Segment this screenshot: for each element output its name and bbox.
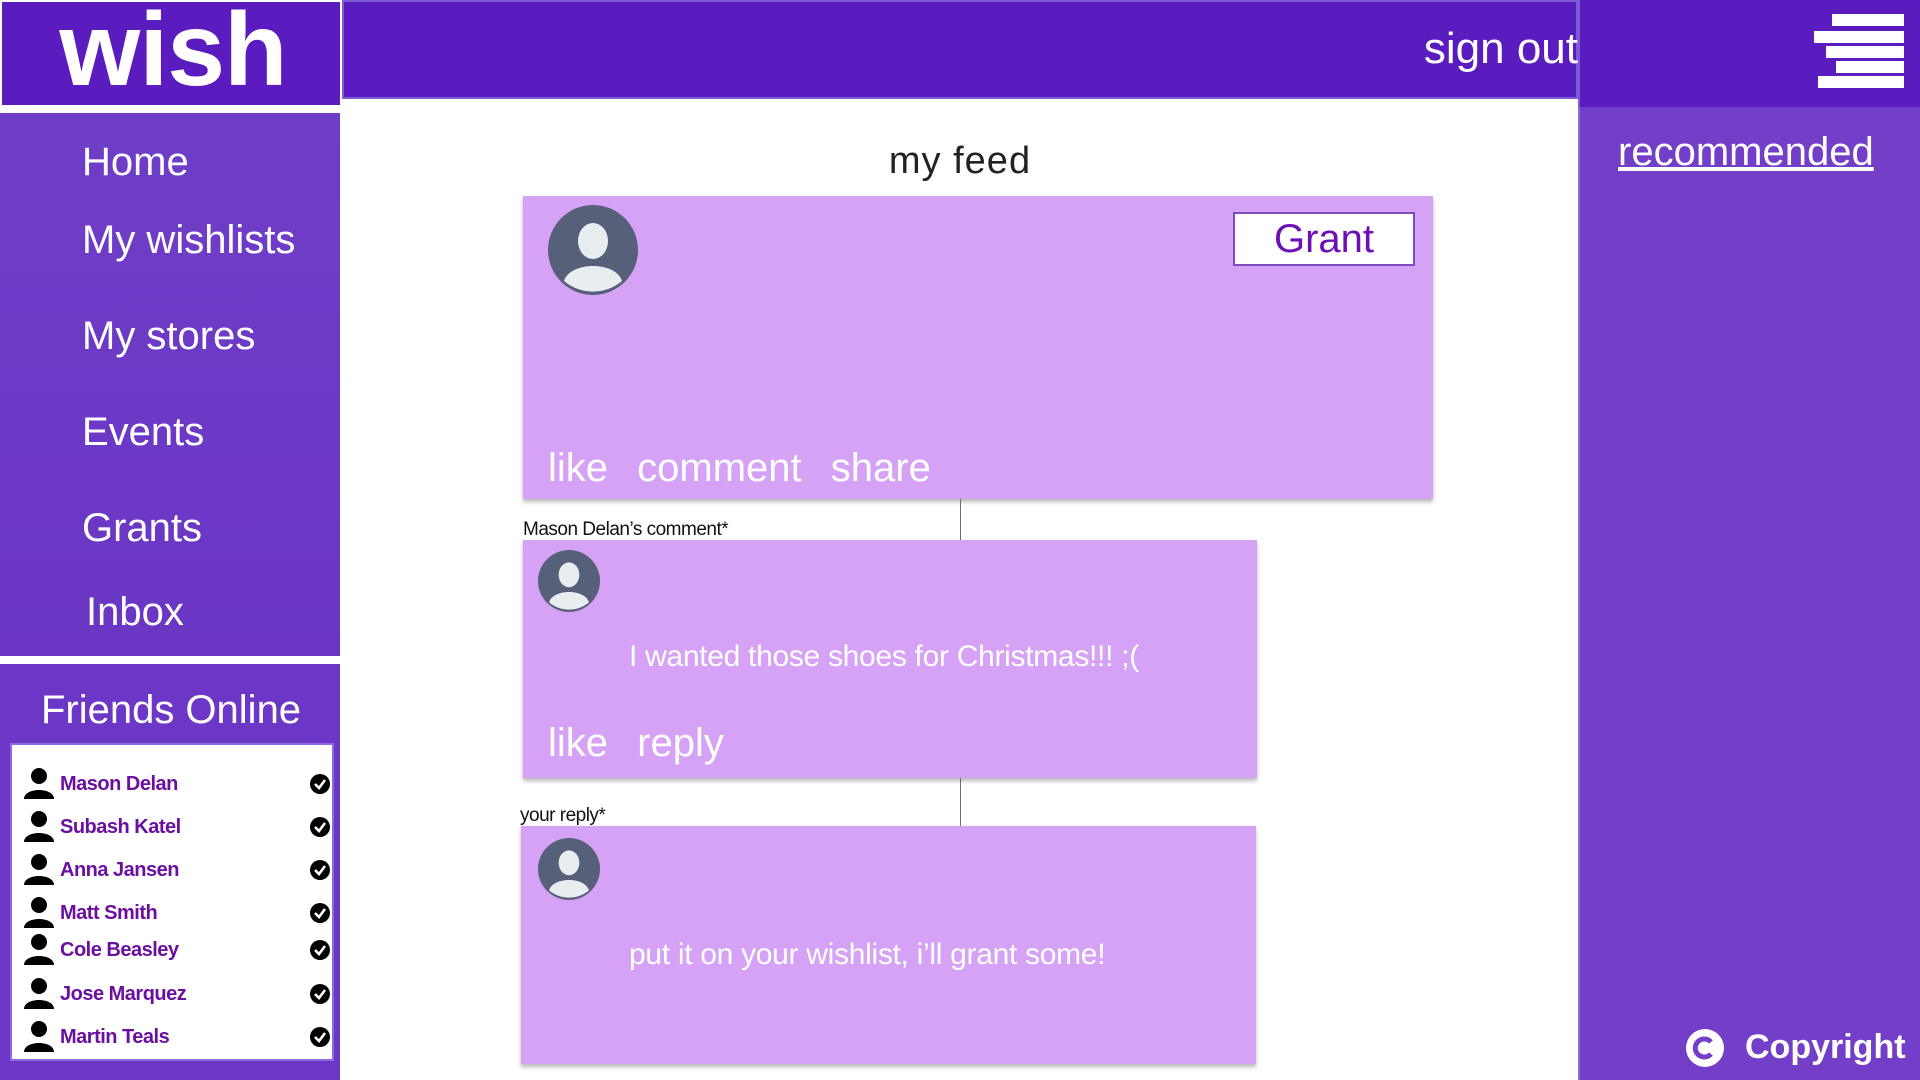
friend-name: Martin Teals xyxy=(60,1026,170,1048)
online-check-icon xyxy=(310,1027,330,1047)
avatar-icon xyxy=(538,550,600,612)
comment-label: Mason Delan’s comment* xyxy=(523,519,729,540)
online-check-icon xyxy=(310,774,330,794)
friends-online-title: Friends Online xyxy=(40,688,302,732)
friend-row[interactable]: Jose Marquez xyxy=(24,977,330,1011)
person-icon xyxy=(24,768,54,799)
nav-item-events[interactable]: Events xyxy=(82,410,204,455)
friend-name: Cole Beasley xyxy=(60,939,179,961)
nav-item-my-stores[interactable]: My stores xyxy=(82,314,255,359)
comment-text: I wanted those shoes for Christmas!!! ;( xyxy=(629,640,1139,673)
person-icon xyxy=(24,978,54,1009)
logo-area: wish xyxy=(0,0,342,107)
sidebar-nav xyxy=(0,107,342,662)
comment-actions: like reply xyxy=(548,721,742,766)
online-check-icon xyxy=(310,817,330,837)
friend-name: Mason Delan xyxy=(60,773,178,795)
friend-name: Matt Smith xyxy=(60,902,158,924)
feed-title: my feed xyxy=(888,140,1032,182)
person-icon xyxy=(24,934,54,965)
person-icon xyxy=(24,811,54,842)
thread-connector xyxy=(960,499,961,540)
app-logo[interactable]: wish xyxy=(2,0,344,102)
online-check-icon xyxy=(310,860,330,880)
sign-out-link[interactable]: sign out xyxy=(1424,24,1578,74)
person-icon xyxy=(24,854,54,885)
online-check-icon xyxy=(310,984,330,1004)
grant-badge[interactable]: Grant xyxy=(1233,212,1415,266)
online-check-icon xyxy=(310,903,330,923)
copyright-text: Copyright xyxy=(1745,1028,1906,1066)
friend-row[interactable]: Subash Katel xyxy=(24,810,330,844)
comment-button[interactable]: comment xyxy=(637,446,802,490)
friend-row[interactable]: Mason Delan xyxy=(24,767,330,801)
nav-item-home[interactable]: Home xyxy=(82,140,189,185)
friend-row[interactable]: Martin Teals xyxy=(24,1020,330,1054)
person-icon xyxy=(24,1021,54,1052)
nav-item-inbox[interactable]: Inbox xyxy=(86,590,184,635)
nav-item-grants[interactable]: Grants xyxy=(82,506,202,551)
person-icon xyxy=(24,897,54,928)
reply-button[interactable]: reply xyxy=(637,721,724,765)
nav-item-my-wishlists[interactable]: My wishlists xyxy=(82,218,295,263)
like-button[interactable]: like xyxy=(548,721,608,765)
friend-name: Subash Katel xyxy=(60,816,181,838)
friends-list: Mason Delan Subash Katel Anna Jansen Mat… xyxy=(10,743,334,1061)
friend-row[interactable]: Anna Jansen xyxy=(24,853,330,887)
friend-row[interactable]: Matt Smith xyxy=(24,896,330,930)
friend-name: Anna Jansen xyxy=(60,859,179,881)
like-button[interactable]: like xyxy=(548,446,608,490)
friend-name: Jose Marquez xyxy=(60,983,187,1005)
reply-text: put it on your wishlist, i’ll grant some… xyxy=(629,938,1106,971)
recommended-panel xyxy=(1578,107,1920,1080)
reply-label: your reply* xyxy=(520,805,606,826)
share-button[interactable]: share xyxy=(831,446,931,490)
copyright-icon xyxy=(1686,1029,1724,1067)
post-actions: like comment share xyxy=(548,446,949,491)
top-bar xyxy=(342,0,1578,99)
recommended-link[interactable]: recommended xyxy=(1618,130,1874,175)
online-check-icon xyxy=(310,940,330,960)
hamburger-menu-icon[interactable] xyxy=(1814,14,1904,88)
nav-divider xyxy=(0,656,342,664)
thread-connector xyxy=(960,778,961,826)
friend-row[interactable]: Cole Beasley xyxy=(24,933,330,967)
avatar-icon xyxy=(548,205,638,295)
avatar-icon xyxy=(538,838,600,900)
